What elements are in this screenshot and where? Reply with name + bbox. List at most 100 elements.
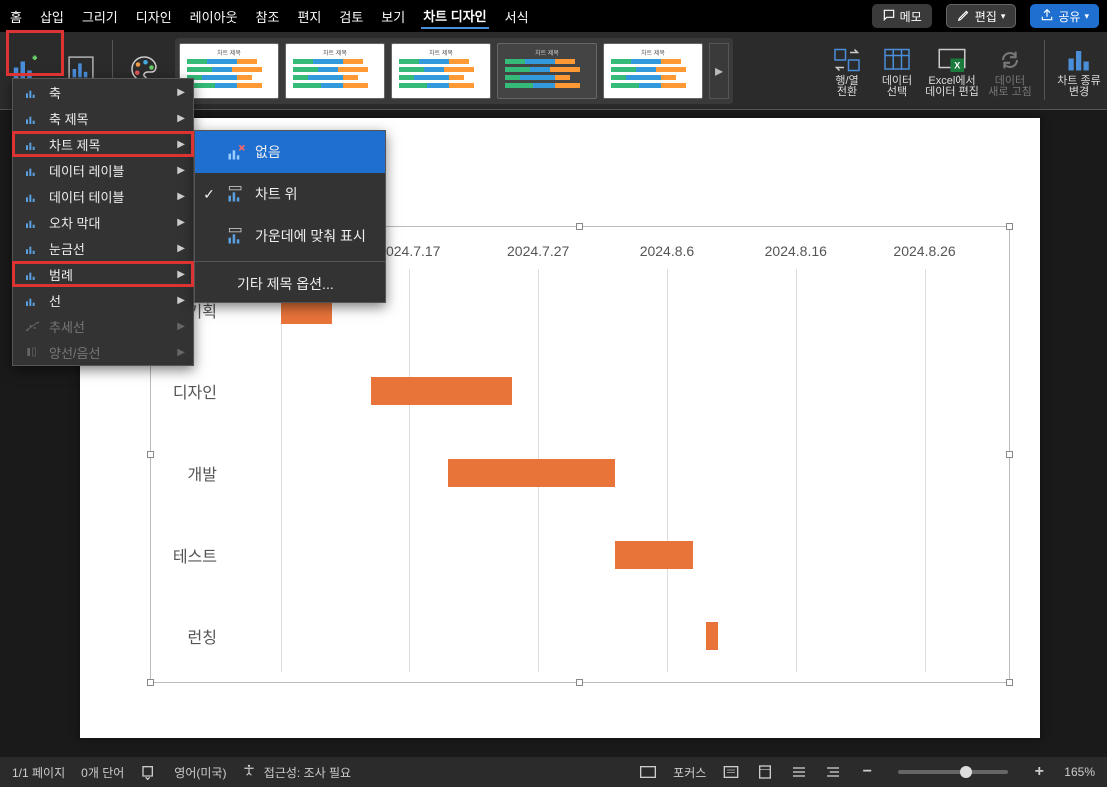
word-count[interactable]: 0개 단어 bbox=[81, 764, 124, 781]
edit-button[interactable]: 편집 ▾ bbox=[946, 4, 1017, 28]
y-category-label: 개발 bbox=[188, 461, 217, 485]
chart-style-5[interactable]: 차트 제목 bbox=[603, 43, 703, 99]
resize-handle[interactable] bbox=[147, 451, 154, 458]
resize-handle[interactable] bbox=[147, 679, 154, 686]
menu-item-grid[interactable]: 눈금선▶ bbox=[13, 235, 193, 261]
excel-icon: X bbox=[936, 44, 968, 76]
swap-icon bbox=[831, 44, 863, 76]
chart-style-2[interactable]: 차트 제목 bbox=[285, 43, 385, 99]
menu-item-label: 축 제목 bbox=[49, 109, 89, 128]
gallery-style-title: 차트 제목 bbox=[429, 48, 453, 57]
tab-insert[interactable]: 삽입 bbox=[38, 5, 66, 28]
menu-item-datalabel[interactable]: 데이터 레이블▶ bbox=[13, 157, 193, 183]
charttitle-option-2[interactable]: 가운데에 맞춰 표시 bbox=[195, 215, 385, 257]
menu-item-label: 오차 막대 bbox=[49, 213, 100, 232]
zoom-value[interactable]: 165% bbox=[1064, 765, 1095, 779]
tab-mailings[interactable]: 편지 bbox=[295, 5, 323, 28]
errorbar-icon bbox=[23, 214, 41, 230]
share-label: 공유 bbox=[1058, 8, 1080, 25]
read-mode-icon[interactable] bbox=[722, 763, 740, 781]
menu-item-axis[interactable]: 축▶ bbox=[13, 79, 193, 105]
tab-format[interactable]: 서식 bbox=[503, 5, 531, 28]
tab-review[interactable]: 검토 bbox=[337, 5, 365, 28]
edit-excel-button[interactable]: X Excel에서 데이터 편집 bbox=[922, 32, 982, 110]
more-title-options[interactable]: 기타 제목 옵션... bbox=[195, 266, 385, 302]
zoom-thumb[interactable] bbox=[960, 766, 972, 778]
comment-icon bbox=[882, 8, 896, 25]
chevron-right-icon: ▶ bbox=[177, 139, 185, 150]
menu-item-label: 범례 bbox=[49, 265, 73, 284]
gridline bbox=[925, 269, 926, 672]
zoom-out-button[interactable]: − bbox=[858, 763, 876, 781]
switch-rowcol-button[interactable]: 행/열 전환 bbox=[822, 32, 872, 110]
refresh-icon bbox=[994, 44, 1026, 76]
tab-view[interactable]: 보기 bbox=[379, 5, 407, 28]
charttitle-icon bbox=[225, 142, 247, 162]
outline-icon[interactable] bbox=[824, 763, 842, 781]
resize-handle[interactable] bbox=[1006, 451, 1013, 458]
datalabel-icon bbox=[23, 162, 41, 178]
zoom-slider[interactable] bbox=[898, 770, 1008, 774]
gallery-next-button[interactable]: ▸ bbox=[709, 43, 729, 99]
menu-item-label: 눈금선 bbox=[49, 239, 85, 258]
charttitle-icon bbox=[225, 184, 247, 204]
chart-style-4[interactable]: 차트 제목 bbox=[497, 43, 597, 99]
print-layout-icon[interactable] bbox=[756, 763, 774, 781]
chevron-right-icon: ▶ bbox=[177, 269, 185, 280]
edit-excel-label: Excel에서 데이터 편집 bbox=[925, 76, 979, 98]
charttitle-option-0[interactable]: 없음 bbox=[195, 131, 385, 173]
change-chart-type-button[interactable]: 차트 종류 변경 bbox=[1051, 32, 1107, 110]
tab-layout[interactable]: 레이아웃 bbox=[188, 5, 240, 28]
menu-item-line[interactable]: 선▶ bbox=[13, 287, 193, 313]
share-button[interactable]: 공유 ▾ bbox=[1030, 4, 1099, 28]
menu-item-legend[interactable]: 범례 ▶ bbox=[13, 261, 193, 287]
chart-style-3[interactable]: 차트 제목 bbox=[391, 43, 491, 99]
refresh-data-label: 데이터 새로 고침 bbox=[988, 76, 1032, 98]
resize-handle[interactable] bbox=[1006, 679, 1013, 686]
gantt-bar[interactable] bbox=[706, 622, 719, 650]
tab-home[interactable]: 홈 bbox=[8, 5, 24, 28]
accessibility-icon bbox=[242, 766, 259, 780]
focus-label[interactable]: 포커스 bbox=[673, 764, 706, 781]
focus-mode-button[interactable] bbox=[639, 763, 657, 781]
tab-design[interactable]: 디자인 bbox=[134, 5, 174, 28]
line-icon bbox=[23, 292, 41, 308]
legend-icon bbox=[23, 266, 41, 282]
tab-chart-design[interactable]: 차트 디자인 bbox=[421, 4, 488, 29]
charttitle-icon bbox=[225, 226, 247, 246]
menu-item-label: 추세선 bbox=[49, 317, 85, 336]
web-layout-icon[interactable] bbox=[790, 763, 808, 781]
chart-element-menu: 축▶축 제목▶차트 제목▶데이터 레이블▶데이터 테이블▶오차 막대▶눈금선▶범… bbox=[12, 78, 194, 366]
charttitle-option-1[interactable]: ✓차트 위 bbox=[195, 173, 385, 215]
resize-handle[interactable] bbox=[576, 223, 583, 230]
memo-button[interactable]: 메모 bbox=[872, 4, 932, 28]
menu-item-datatbl[interactable]: 데이터 테이블▶ bbox=[13, 183, 193, 209]
gridline bbox=[667, 269, 668, 672]
menu-item-label: 양선/음선 bbox=[49, 343, 100, 362]
zoom-in-button[interactable]: + bbox=[1030, 763, 1048, 781]
resize-handle[interactable] bbox=[1006, 223, 1013, 230]
accessibility-status[interactable]: 접근성: 조사 필요 bbox=[242, 763, 351, 781]
menu-item-charttitle[interactable]: 차트 제목▶ bbox=[13, 131, 193, 157]
spellcheck-icon[interactable] bbox=[140, 763, 158, 781]
page-status[interactable]: 1/1 페이지 bbox=[12, 764, 65, 781]
refresh-data-button[interactable]: 데이터 새로 고침 bbox=[982, 32, 1038, 110]
menu-item-axistitle[interactable]: 축 제목▶ bbox=[13, 105, 193, 131]
share-icon bbox=[1040, 8, 1054, 25]
language-status[interactable]: 영어(미국) bbox=[174, 764, 226, 781]
charttitle-icon bbox=[23, 136, 41, 152]
resize-handle[interactable] bbox=[576, 679, 583, 686]
gantt-bar[interactable] bbox=[448, 459, 615, 487]
gantt-bar[interactable] bbox=[615, 541, 692, 569]
select-data-button[interactable]: 데이터 선택 bbox=[872, 32, 922, 110]
grid-icon bbox=[23, 240, 41, 256]
menu-item-errorbar[interactable]: 오차 막대▶ bbox=[13, 209, 193, 235]
gantt-bar[interactable] bbox=[371, 377, 513, 405]
updown-icon bbox=[23, 344, 41, 360]
tab-references[interactable]: 참조 bbox=[254, 5, 282, 28]
chart-style-1[interactable]: 차트 제목 bbox=[179, 43, 279, 99]
gallery-style-title: 차트 제목 bbox=[535, 48, 559, 57]
tab-draw[interactable]: 그리기 bbox=[80, 5, 120, 28]
status-bar: 1/1 페이지 0개 단어 영어(미국) 접근성: 조사 필요 포커스 − + … bbox=[0, 757, 1107, 787]
menu-item-label: 데이터 레이블 bbox=[49, 161, 124, 180]
